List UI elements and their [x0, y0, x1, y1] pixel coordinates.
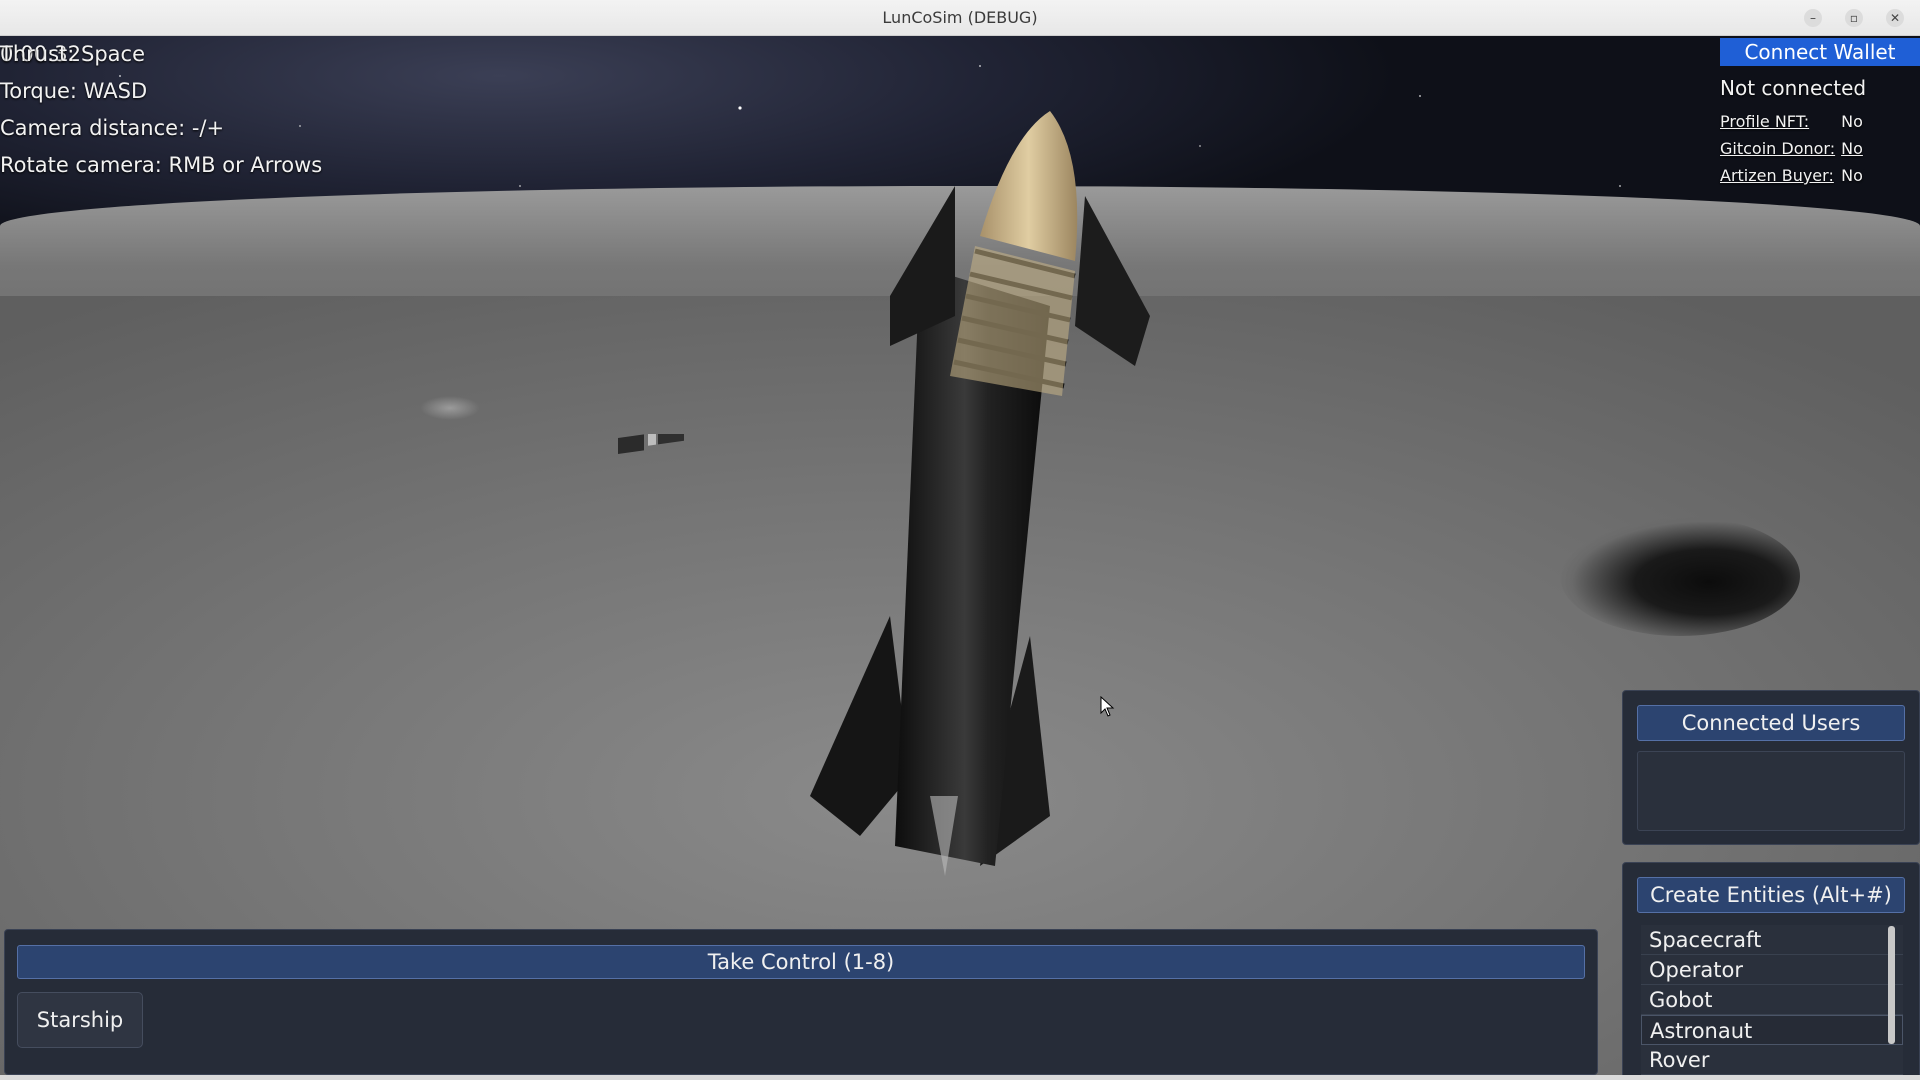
starship-model[interactable] — [780, 76, 1180, 896]
window-title: LunCoSim (DEBUG) — [882, 8, 1038, 27]
torque-hint: Torque: WASD — [0, 79, 148, 103]
camera-distance-hint: Camera distance: -/+ — [0, 116, 225, 140]
entity-item-astronaut[interactable]: Astronaut — [1641, 1015, 1903, 1045]
profile-nft-link[interactable]: Profile NFT: — [1720, 112, 1836, 131]
entity-item-rover[interactable]: Rover — [1641, 1045, 1903, 1075]
take-control-header: Take Control (1-8) — [17, 945, 1585, 979]
starship-control-button[interactable]: Starship — [17, 992, 143, 1048]
minimize-icon[interactable]: – — [1804, 9, 1822, 27]
gitcoin-donor-value[interactable]: No — [1841, 139, 1863, 158]
entities-scrollbar[interactable] — [1888, 926, 1895, 1044]
hud-line-thrust: 0:00:32 Thrust: Space — [0, 36, 322, 73]
close-icon[interactable]: ✕ — [1886, 9, 1904, 27]
artizen-buyer-value: No — [1841, 166, 1863, 185]
connected-users-panel: Connected Users — [1622, 690, 1920, 845]
entity-item-operator[interactable]: Operator — [1641, 955, 1903, 985]
window-bottom-edge — [0, 1075, 1920, 1080]
connect-wallet-button[interactable]: Connect Wallet — [1720, 38, 1920, 66]
satellite-model — [618, 434, 684, 454]
connected-users-list[interactable] — [1637, 751, 1905, 831]
wallet-row-artizen-buyer: Artizen Buyer: No — [1720, 166, 1863, 185]
create-entities-panel: Create Entities (Alt+#) Spacecraft Opera… — [1622, 862, 1920, 1080]
crater — [1560, 516, 1800, 636]
entity-item-gobot[interactable]: Gobot — [1641, 985, 1903, 1015]
connected-users-header: Connected Users — [1637, 705, 1905, 741]
entity-item-spacecraft[interactable]: Spacecraft — [1641, 925, 1903, 955]
wallet-row-gitcoin-donor: Gitcoin Donor: No — [1720, 139, 1863, 158]
small-crater — [420, 396, 480, 420]
wallet-row-profile-nft: Profile NFT: No — [1720, 112, 1863, 131]
rotate-camera-hint: Rotate camera: RMB or Arrows — [0, 153, 323, 177]
artizen-buyer-link[interactable]: Artizen Buyer: — [1720, 166, 1836, 185]
create-entities-header: Create Entities (Alt+#) — [1637, 877, 1905, 913]
window-titlebar: LunCoSim (DEBUG) – ▫ ✕ — [0, 0, 1920, 36]
maximize-icon[interactable]: ▫ — [1845, 9, 1863, 27]
thrust-hint: Thrust: Space — [0, 42, 146, 66]
wallet-status: Not connected — [1720, 76, 1867, 100]
take-control-panel: Take Control (1-8) Starship — [4, 929, 1598, 1075]
profile-nft-value: No — [1841, 112, 1863, 131]
controls-hud: 0:00:32 Thrust: Space Torque: WASD Camer… — [0, 36, 322, 184]
gitcoin-donor-link[interactable]: Gitcoin Donor: — [1720, 139, 1836, 158]
entities-list[interactable]: Spacecraft Operator Gobot Astronaut Rove… — [1641, 925, 1903, 1079]
mouse-cursor-icon — [1100, 696, 1115, 717]
